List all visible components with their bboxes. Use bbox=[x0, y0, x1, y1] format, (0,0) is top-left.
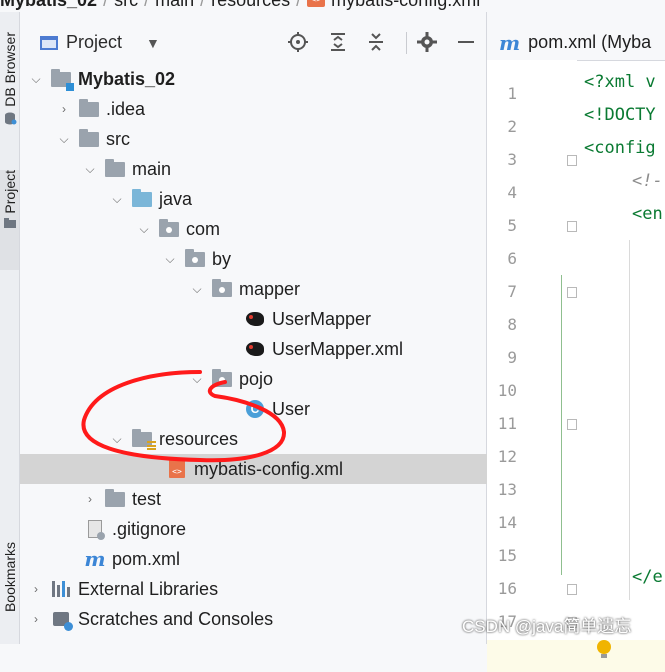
current-line-highlight bbox=[487, 640, 665, 672]
red-circle-annotation bbox=[81, 370, 287, 463]
watermark: CSDN @java简单遗忘 bbox=[462, 617, 632, 636]
